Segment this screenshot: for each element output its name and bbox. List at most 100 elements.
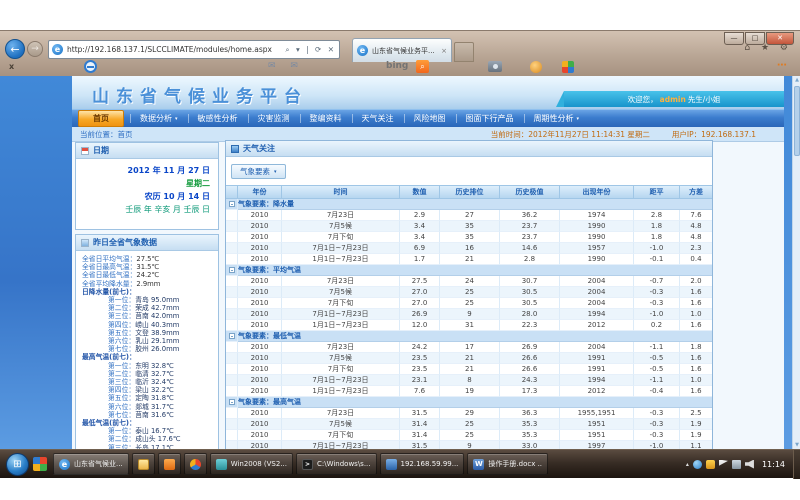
scrollbar-thumb[interactable]	[794, 86, 800, 156]
taskbar-button-app-circle[interactable]	[184, 453, 207, 475]
row-cell: 1.7	[400, 254, 440, 265]
table-row[interactable]: 20107月5候31.42535.31951-0.31.9	[226, 419, 712, 430]
bing-logo[interactable]: bing	[386, 61, 408, 71]
taskbar-clock[interactable]: 11:14	[762, 460, 785, 469]
rank-value: 青岛 95.0mm	[135, 296, 179, 304]
table-group-row[interactable]: 气象要素：最高气温	[226, 397, 712, 408]
menu-item-0[interactable]: 首页	[78, 110, 124, 127]
table-row[interactable]: 20107月下旬23.52126.61991-0.51.6	[226, 364, 712, 375]
camera-icon[interactable]	[488, 61, 502, 72]
back-button[interactable]: ←	[5, 39, 25, 59]
rank-item: 第二位：临清 32.7℃	[82, 370, 218, 378]
ie-icon: e	[59, 459, 70, 470]
messenger-icon[interactable]	[693, 460, 702, 469]
vertical-scrollbar[interactable]: ▲ ▼	[792, 76, 800, 449]
toolbar-close-icon[interactable]: x	[9, 62, 14, 71]
volume-icon[interactable]	[745, 460, 754, 469]
row-cell: -0.4	[634, 386, 680, 397]
menu-item-6[interactable]: 风险地图	[404, 111, 456, 126]
group-cell	[226, 265, 238, 276]
table-row[interactable]: 20107月下旬27.02530.52004-0.31.6	[226, 298, 712, 309]
table-group-row[interactable]: 气象要素：平均气温	[226, 265, 712, 276]
row-cell: 25	[440, 298, 500, 309]
collapse-icon[interactable]	[229, 399, 235, 405]
collapse-icon[interactable]	[229, 333, 235, 339]
taskbar-button-ie[interactable]: e山东省气候业...	[53, 453, 129, 475]
table-row[interactable]: 20107月23日24.21726.92004-1.11.8	[226, 342, 712, 353]
plugin-icon[interactable]	[562, 61, 574, 73]
table-row[interactable]: 20107月5候3.43523.719901.84.8	[226, 221, 712, 232]
row-cell: 33.0	[500, 441, 560, 449]
menu-item-2[interactable]: 敏感性分析	[188, 111, 248, 126]
table-row[interactable]: 20101月1日~7月23日1.7212.81990-0.10.4	[226, 254, 712, 265]
url-text[interactable]: http://192.168.137.1/SLCCLIMATE/modules/…	[67, 45, 282, 54]
search-addon-icon[interactable]: ⌕	[416, 60, 429, 73]
collapse-icon[interactable]	[229, 267, 235, 273]
more-icon[interactable]: ⋯	[777, 60, 788, 71]
row-cell: 14.6	[500, 243, 560, 254]
address-bar-icons[interactable]: ⌕ ▾ | ⟳ ✕	[285, 45, 336, 55]
home-star-gear-icons[interactable]: ⌂ ★ ⚙	[744, 43, 792, 53]
row-cell: 12.0	[400, 320, 440, 331]
menu-item-1[interactable]: 数据分析▾	[130, 111, 188, 126]
flag-icon[interactable]	[719, 460, 728, 469]
taskbar-button-word[interactable]: W操作手册.docx ..	[467, 453, 548, 475]
table-row[interactable]: 20107月23日27.52430.72004-0.72.0	[226, 276, 712, 287]
row-cell	[226, 254, 238, 265]
table-group-row[interactable]: 气象要素：降水量	[226, 199, 712, 210]
table-row[interactable]: 20107月下旬31.42535.31951-0.31.9	[226, 430, 712, 441]
table-row[interactable]: 20101月1日~7月23日7.61917.32012-0.41.6	[226, 386, 712, 397]
table-row[interactable]: 20107月23日31.52936.31955,1951-0.32.5	[226, 408, 712, 419]
menu-item-8[interactable]: 周期性分析▾	[524, 111, 590, 126]
collapse-icon[interactable]	[229, 201, 235, 207]
tab-close-icon[interactable]: ×	[441, 47, 447, 55]
arrow-up-icon[interactable]: ▴	[686, 460, 689, 469]
menu-item-7[interactable]: 图面下行产品	[456, 111, 524, 126]
table-row[interactable]: 20107月1日~7月23日26.9928.01994-1.01.0	[226, 309, 712, 320]
table-row[interactable]: 20107月1日~7月23日31.5933.01997-1.01.1	[226, 441, 712, 449]
taskbar-button-app-orange[interactable]	[158, 453, 181, 475]
menu-item-5[interactable]: 天气关注	[352, 111, 404, 126]
table-row[interactable]: 20107月1日~7月23日6.91614.61957-1.02.3	[226, 243, 712, 254]
shield-icon[interactable]	[706, 460, 715, 469]
taskbar: ⊞ e山东省气候业... Win2008 (VS2...>C:\Windows\s…	[0, 449, 800, 478]
menu-item-label: 周期性分析	[534, 113, 574, 124]
row-cell	[226, 309, 238, 320]
gregorian-date: 2012 年 11 月 27 日	[76, 164, 210, 177]
menu-item-label: 数据分析	[140, 113, 172, 124]
rank-item: 第三位：莒南 42.0mm	[82, 312, 218, 320]
start-button[interactable]: ⊞	[6, 453, 29, 476]
row-cell: 1.6	[680, 298, 712, 309]
rank-value: 莒南 31.6℃	[135, 411, 174, 419]
show-desktop-button[interactable]	[793, 450, 800, 479]
taskbar-button-rdp[interactable]: 192.168.59.99...	[380, 453, 465, 475]
row-cell: 1957	[560, 243, 634, 254]
row-cell: 1月1日~7月23日	[282, 254, 400, 265]
forward-button[interactable]: →	[27, 41, 43, 57]
table-group-row[interactable]: 气象要素：最低气温	[226, 331, 712, 342]
mail-icons[interactable]: ✉ ✉	[268, 61, 304, 71]
table-row[interactable]: 20107月下旬3.43523.719901.84.8	[226, 232, 712, 243]
table-row[interactable]: 20107月5候23.52126.61991-0.51.6	[226, 353, 712, 364]
row-cell: 21	[440, 353, 500, 364]
table-row[interactable]: 20107月1日~7月23日23.1824.31994-1.11.0	[226, 375, 712, 386]
table-row[interactable]: 20101月1日~7月23日12.03122.320120.21.6	[226, 320, 712, 331]
address-bar[interactable]: e http://192.168.137.1/SLCCLIMATE/module…	[48, 40, 340, 59]
taskbar-button-folder[interactable]	[132, 453, 155, 475]
row-cell	[226, 287, 238, 298]
scroll-down-icon[interactable]: ▼	[793, 442, 800, 448]
row-cell: 7月1日~7月23日	[282, 375, 400, 386]
network-icon[interactable]	[732, 460, 741, 469]
table-row[interactable]: 20107月5候27.02530.52004-0.31.6	[226, 287, 712, 298]
weather-stat-label: 全省日最低气温：	[82, 271, 136, 279]
paw-icon[interactable]	[530, 61, 542, 73]
element-filter-button[interactable]: 气象要素 ▾	[231, 164, 286, 179]
scroll-up-icon[interactable]: ▲	[793, 77, 800, 83]
menu-item-4[interactable]: 整编资料	[300, 111, 352, 126]
quick-launch-icon[interactable]	[33, 457, 47, 471]
row-cell: 1.6	[680, 287, 712, 298]
menu-item-3[interactable]: 灾害监测	[248, 111, 300, 126]
table-row[interactable]: 20107月23日2.92736.219742.87.6	[226, 210, 712, 221]
taskbar-button-vm[interactable]: Win2008 (VS2...	[210, 453, 293, 475]
taskbar-button-cmd[interactable]: >C:\Windows\s...	[296, 453, 377, 475]
